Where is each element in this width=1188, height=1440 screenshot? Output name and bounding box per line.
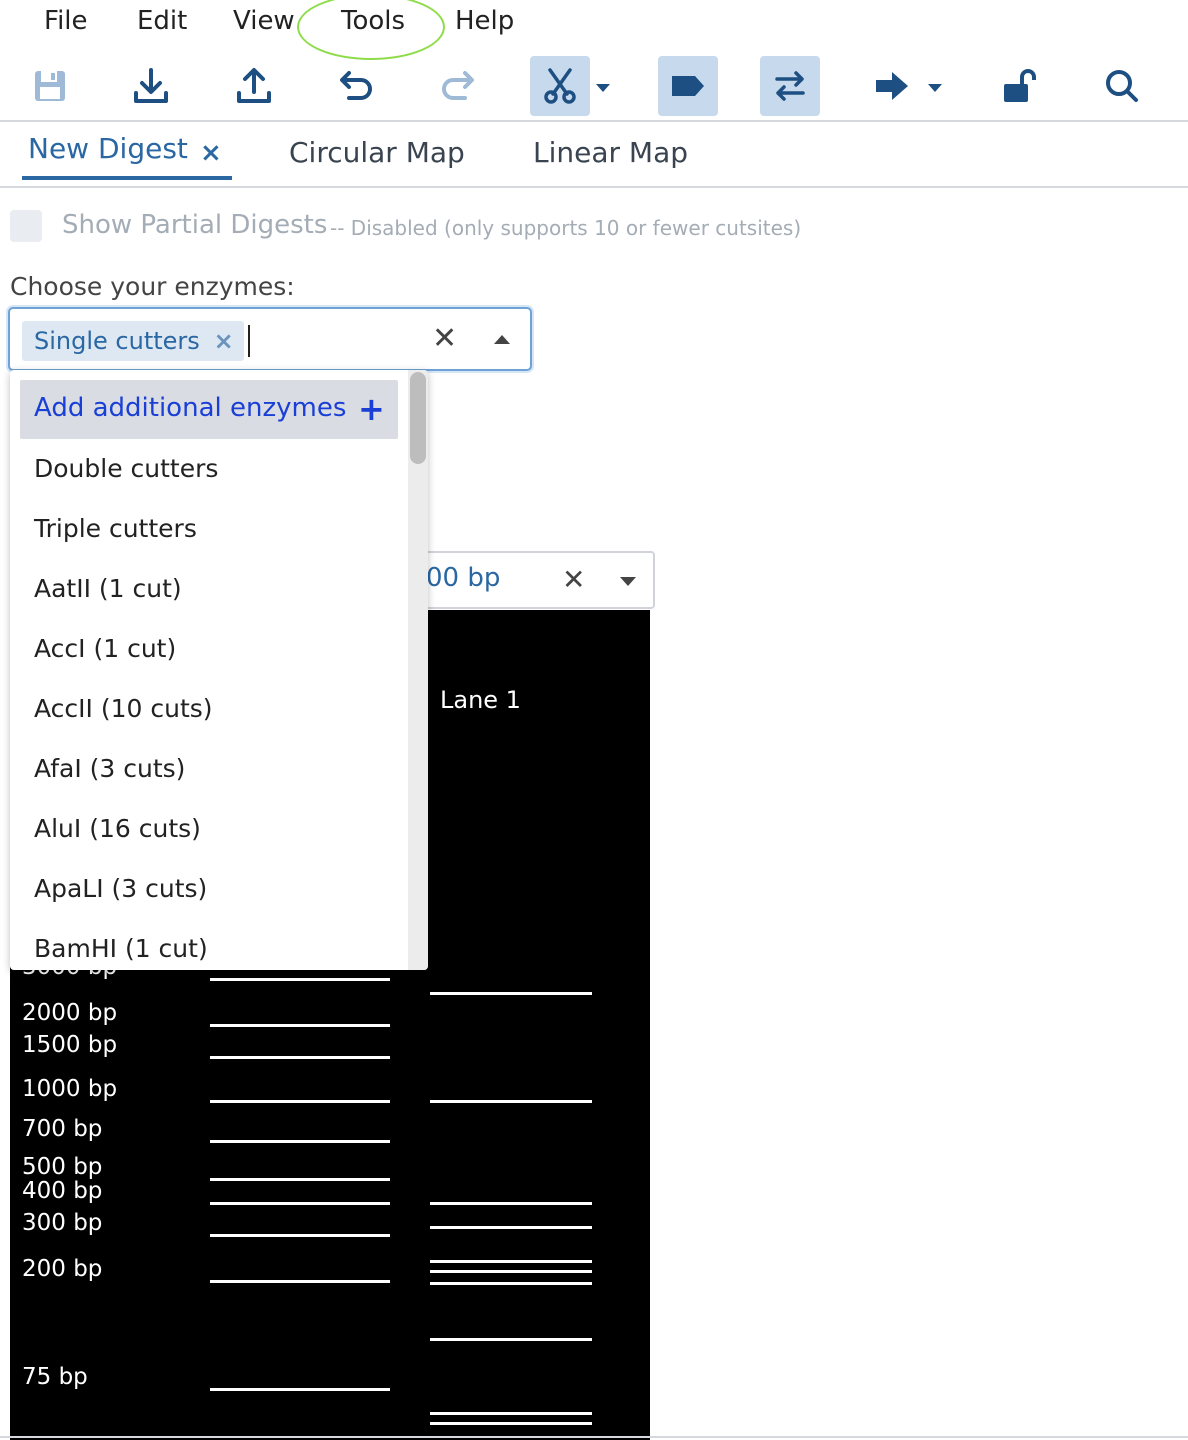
partial-digest-checkbox[interactable] <box>10 210 42 242</box>
redo-icon <box>442 71 474 100</box>
feature-arrow-button[interactable] <box>862 56 922 116</box>
menu-file[interactable]: File <box>44 6 88 36</box>
lock-open-icon <box>1004 69 1036 102</box>
lane-band <box>430 1412 592 1415</box>
lane-band <box>430 1202 592 1205</box>
search-button[interactable] <box>1092 56 1152 116</box>
lane-band <box>430 1422 592 1425</box>
dropdown-option[interactable]: Double cutters <box>34 454 218 483</box>
ladder-label: 1000 bp <box>22 1076 118 1102</box>
ladder-band <box>210 1056 390 1059</box>
sync-button[interactable] <box>760 56 820 116</box>
ladder-label: 2000 bp <box>22 1000 118 1026</box>
lane-band <box>430 1226 592 1229</box>
ladder-band <box>210 1234 390 1237</box>
ladder-band <box>210 1202 390 1205</box>
lane-band <box>430 992 592 995</box>
lane-band <box>430 1260 592 1263</box>
partial-digest-label: Show Partial Digests <box>62 210 328 240</box>
lane-band <box>430 1100 592 1103</box>
close-icon[interactable]: × <box>200 138 222 168</box>
tabs-divider <box>0 186 1188 188</box>
chevron-up-icon[interactable] <box>494 335 510 344</box>
scissors-icon <box>544 68 576 104</box>
save-icon <box>35 71 65 101</box>
ladder-label: 300 bp <box>22 1210 103 1236</box>
chevron-down-icon[interactable] <box>620 577 636 586</box>
ladder-band <box>210 1140 390 1143</box>
dropdown-option[interactable]: AatII (1 cut) <box>34 574 182 603</box>
swap-arrows-icon <box>775 71 805 101</box>
save-button[interactable] <box>20 56 80 116</box>
tools-highlight-annotation <box>297 0 445 60</box>
tab-new-digest[interactable]: New Digest <box>28 132 188 165</box>
cut-sites-button[interactable] <box>530 56 590 116</box>
ladder-select-value: 00 bp <box>426 563 501 593</box>
enzyme-dropdown-menu: Add additional enzymes + Double cutters … <box>10 370 428 970</box>
feature-arrow-dropdown-caret[interactable] <box>928 84 942 92</box>
ladder-label: 1500 bp <box>22 1032 118 1058</box>
menu-edit[interactable]: Edit <box>137 6 187 36</box>
active-tab-indicator <box>22 176 232 180</box>
lane-band <box>430 1338 592 1341</box>
selected-enzyme-tag: Single cutters × <box>22 321 244 361</box>
add-enzymes-label[interactable]: Add additional enzymes <box>34 393 346 423</box>
ladder-band <box>210 1024 390 1027</box>
lane-band <box>430 1270 592 1273</box>
bottom-divider <box>0 1436 1188 1438</box>
arrow-right-icon <box>876 72 908 100</box>
remove-tag-icon[interactable]: × <box>214 321 234 361</box>
clear-selection-icon[interactable]: ✕ <box>432 321 457 356</box>
ladder-band <box>210 1100 390 1103</box>
dropdown-option[interactable]: AluI (16 cuts) <box>34 814 201 843</box>
ladder-band <box>210 1178 390 1181</box>
dropdown-option[interactable]: AfaI (3 cuts) <box>34 754 185 783</box>
lane-band <box>430 1282 592 1285</box>
selected-enzyme-tag-label: Single cutters <box>34 327 200 355</box>
clear-ladder-icon[interactable]: ✕ <box>562 563 585 596</box>
tag-label-icon <box>672 76 704 96</box>
dropdown-option[interactable]: AccII (10 cuts) <box>34 694 213 723</box>
toolbar-divider <box>0 120 1188 122</box>
partial-digest-note: -- Disabled (only supports 10 or fewer c… <box>330 216 802 240</box>
tab-circular-map[interactable]: Circular Map <box>289 136 465 169</box>
lane-label: Lane 1 <box>440 686 521 714</box>
download-icon <box>134 68 168 103</box>
dropdown-option[interactable]: AccI (1 cut) <box>34 634 176 663</box>
ladder-label: 400 bp <box>22 1178 103 1204</box>
menu-help[interactable]: Help <box>455 6 514 36</box>
redo-button[interactable] <box>428 56 488 116</box>
dropdown-option[interactable]: Triple cutters <box>34 514 197 543</box>
enzyme-multiselect[interactable]: Single cutters × ✕ <box>8 307 532 371</box>
search-icon <box>1106 70 1138 102</box>
upload-icon <box>237 68 271 103</box>
download-button[interactable] <box>121 56 181 116</box>
ladder-label: 700 bp <box>22 1116 103 1142</box>
plus-icon[interactable]: + <box>358 390 385 428</box>
menu-view[interactable]: View <box>233 6 295 36</box>
upload-button[interactable] <box>224 56 284 116</box>
labels-button[interactable] <box>658 56 718 116</box>
undo-button[interactable] <box>326 56 386 116</box>
ladder-label: 500 bp <box>22 1154 103 1180</box>
ladder-band <box>210 1280 390 1283</box>
ladder-label: 75 bp <box>22 1364 88 1390</box>
tab-linear-map[interactable]: Linear Map <box>533 136 688 169</box>
dropdown-option[interactable]: BamHI (1 cut) <box>34 934 208 963</box>
cut-sites-dropdown-caret[interactable] <box>596 84 610 92</box>
undo-icon <box>340 71 372 100</box>
dropdown-option[interactable]: ApaLI (3 cuts) <box>34 874 207 903</box>
choose-enzymes-label: Choose your enzymes: <box>10 272 295 301</box>
ladder-band <box>210 978 390 981</box>
ladder-select[interactable]: 00 bp ✕ <box>420 551 655 609</box>
ladder-label: 200 bp <box>22 1256 103 1282</box>
ladder-band <box>210 1388 390 1391</box>
lock-button[interactable] <box>990 56 1050 116</box>
text-cursor <box>248 325 250 357</box>
dropdown-scrollbar-thumb[interactable] <box>410 372 426 464</box>
